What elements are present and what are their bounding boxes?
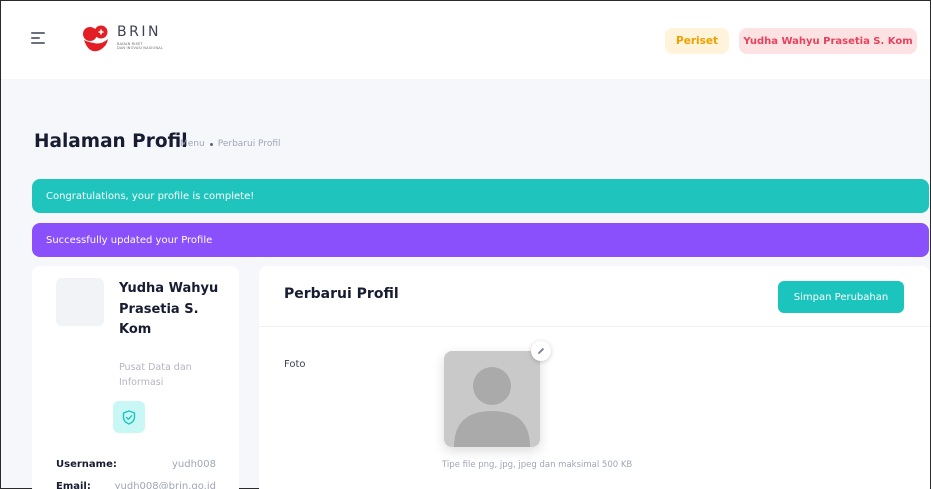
photo-preview[interactable] [444, 351, 540, 447]
profile-summary-card: Yudha Wahyu Prasetia S. Kom Pusat Data d… [32, 266, 239, 489]
username-row: Username: yudh008 [56, 459, 216, 470]
breadcrumb: Menu Perbarui Profil [180, 139, 281, 149]
form-title: Perbarui Profil [284, 286, 399, 302]
username-label: Username: [56, 459, 117, 470]
brin-logo[interactable]: BRIN BADAN RISET DAN INOVASI NASIONAL [81, 23, 171, 57]
role-badge[interactable]: Periset [665, 28, 729, 54]
brand-name: BRIN [117, 24, 161, 40]
page-title: Halaman Profil [34, 131, 188, 152]
top-header: BRIN BADAN RISET DAN INOVASI NASIONAL Pe… [1, 1, 930, 79]
form-header: Perbarui Profil Simpan Perubahan [259, 266, 930, 327]
alert-text: Successfully updated your Profile [46, 234, 213, 246]
photo-label: Foto [284, 359, 306, 370]
breadcrumb-current: Perbarui Profil [217, 139, 281, 149]
alert-text: Congratulations, your profile is complet… [46, 190, 255, 202]
email-value: yudh008@brin.go.id [114, 481, 216, 489]
profile-complete-alert: Congratulations, your profile is complet… [32, 179, 929, 213]
email-label: Email: [56, 481, 91, 489]
default-avatar-icon [444, 351, 540, 447]
breadcrumb-menu[interactable]: Menu [180, 139, 205, 149]
edit-photo-button[interactable] [531, 341, 551, 361]
update-profile-card: Perbarui Profil Simpan Perubahan Foto Ti… [259, 266, 930, 489]
hamburger-icon[interactable] [31, 31, 45, 45]
brand-subtitle-2: DAN INOVASI NASIONAL [117, 46, 164, 50]
pencil-icon [538, 347, 545, 354]
photo-hint: Tipe file png, jpg, jpeg dan maksimal 50… [442, 460, 633, 470]
save-changes-button[interactable]: Simpan Perubahan [778, 281, 904, 313]
email-row: Email: yudh008@brin.go.id [56, 481, 216, 489]
profile-name: Yudha Wahyu Prasetia S. Kom [119, 281, 219, 337]
shield-check-icon [122, 409, 136, 425]
profile-unit: Pusat Data dan Informasi [119, 362, 192, 388]
username-value: yudh008 [171, 459, 216, 470]
verified-badge[interactable] [113, 401, 145, 433]
user-menu-badge[interactable]: Yudha Wahyu Prasetia S. Kom [739, 28, 917, 54]
brin-logo-mark [83, 25, 108, 52]
avatar [56, 278, 104, 326]
breadcrumb-separator [209, 142, 213, 146]
profile-updated-alert: Successfully updated your Profile [32, 223, 929, 257]
